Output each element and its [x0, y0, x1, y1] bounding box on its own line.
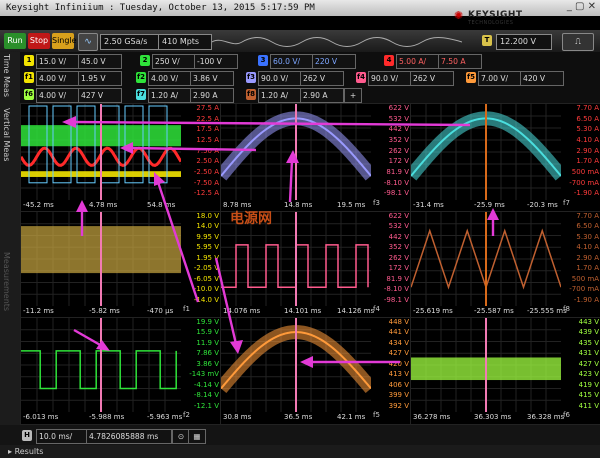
horizontal-badge: H [22, 430, 32, 441]
arrow-3 [76, 200, 88, 236]
horizontal-controls: H 10.0 ms/ 4.7826085888 ms ⊙ ▦ [0, 425, 600, 445]
annotation-arrows [62, 116, 499, 368]
arrow-2 [120, 142, 257, 154]
horizontal-position[interactable]: 4.7826085888 ms [86, 429, 172, 444]
arrow-1 [62, 116, 471, 128]
results-bar[interactable]: ▸ Results [0, 445, 600, 458]
arrow-9 [300, 356, 400, 368]
results-label: Results [14, 447, 44, 456]
arrow-7 [73, 328, 110, 351]
horizontal-scale[interactable]: 10.0 ms/ [36, 429, 88, 444]
results-expand-icon[interactable]: ▸ [8, 447, 12, 456]
arrow-8 [214, 257, 243, 354]
arrow-5 [286, 150, 299, 203]
timebase-menu-icon[interactable]: ▦ [188, 429, 206, 444]
arrow-4 [154, 172, 200, 303]
arrow-6 [487, 208, 499, 236]
